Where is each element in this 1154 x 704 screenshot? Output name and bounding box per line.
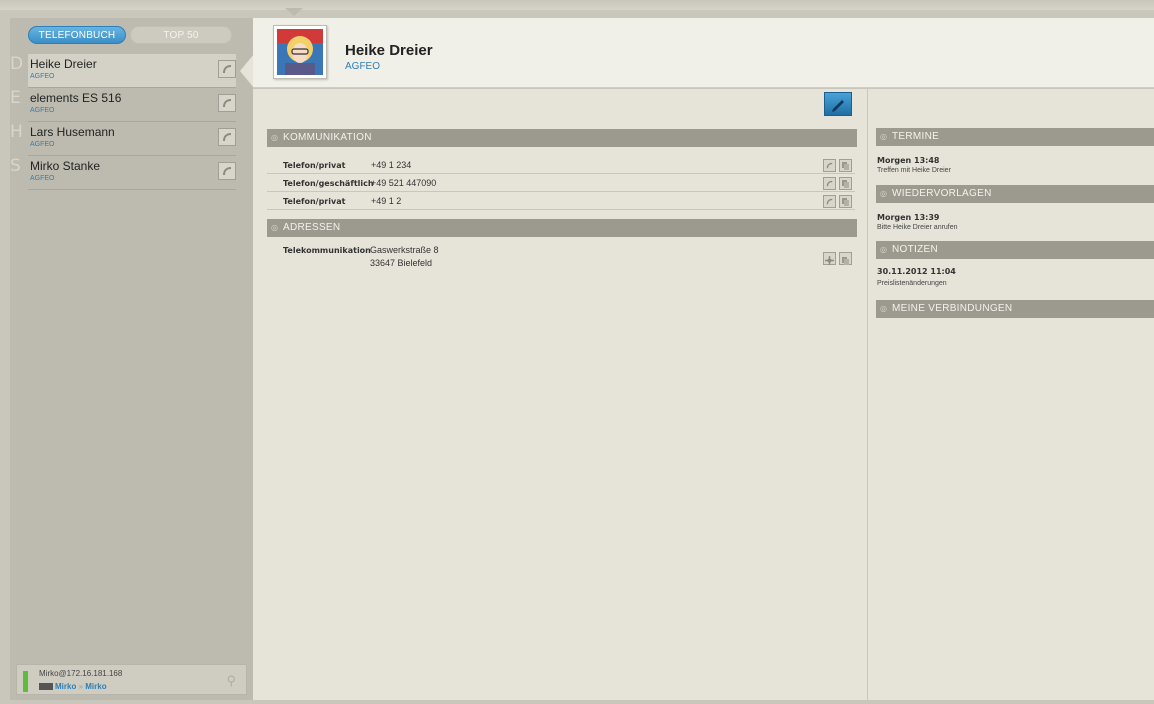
phone-row: Telefon/privat +49 1 234: [267, 157, 855, 174]
contact-org: AGFEO: [30, 107, 55, 114]
call-button[interactable]: [823, 177, 836, 190]
section-notizen[interactable]: NOTIZEN: [876, 241, 1154, 259]
reminder-time: Morgen 13:39: [877, 213, 940, 222]
contact-org: AGFEO: [30, 141, 55, 148]
crosshair-icon: [825, 256, 834, 265]
phone-icon: [223, 65, 231, 73]
phone-number[interactable]: +49 521 447090: [371, 175, 436, 192]
section-wiedervorlagen[interactable]: WIEDERVORLAGEN: [876, 185, 1154, 203]
phone-label: Telefon/privat: [283, 161, 346, 170]
phone-label: Telefon/privat: [283, 197, 346, 206]
phone-row: Telefon/privat +49 1 2: [267, 193, 855, 210]
call-button[interactable]: [218, 94, 236, 112]
call-button[interactable]: [218, 128, 236, 146]
copy-button[interactable]: [839, 195, 852, 208]
device-icon: [39, 683, 53, 691]
detail-panel: KOMMUNIKATION Telefon/privat +49 1 234 T…: [253, 89, 867, 700]
contact-header: Heike Dreier AGFEO: [253, 18, 1154, 88]
status-line: Mirko » Mirko: [39, 682, 107, 691]
phone-icon: [826, 198, 833, 205]
call-button[interactable]: [823, 159, 836, 172]
avatar-image: [277, 29, 323, 75]
line-to: Mirko: [85, 682, 107, 691]
pencil-icon: [832, 100, 844, 112]
contact-name: Heike Dreier: [30, 57, 97, 71]
sidebar: TELEFONBUCH TOP 50 D Heike Dreier AGFEO …: [10, 18, 254, 700]
call-button[interactable]: [823, 195, 836, 208]
contact-org: AGFEO: [30, 175, 55, 182]
copy-icon: [842, 162, 849, 170]
note-time: 30.11.2012 11:04: [877, 267, 956, 276]
contact-item[interactable]: E elements ES 516 AGFEO: [10, 88, 236, 122]
contact-name: Mirko Stanke: [30, 159, 101, 173]
avatar: [273, 25, 327, 79]
note-text[interactable]: Preislistenänderungen: [877, 280, 947, 287]
activity-panel: TERMINE Morgen 13:48 Treffen mit Heike D…: [868, 89, 1154, 700]
phone-icon: [826, 162, 833, 169]
tab-top-50[interactable]: TOP 50: [130, 26, 232, 44]
section-termine[interactable]: TERMINE: [876, 128, 1154, 146]
contact-name: elements ES 516: [30, 91, 122, 105]
contact-name: Lars Husemann: [30, 125, 115, 139]
appointment-text[interactable]: Treffen mit Heike Dreier: [877, 167, 951, 174]
copy-button[interactable]: [839, 252, 852, 265]
contact-item[interactable]: D Heike Dreier AGFEO: [10, 54, 254, 88]
copy-icon: [842, 180, 849, 188]
status-user: Mirko@172.16.181.168: [39, 669, 123, 678]
contact-org: AGFEO: [30, 73, 55, 80]
top-notch: [285, 8, 303, 16]
line-from: Mirko: [55, 682, 77, 691]
contact-title: Heike Dreier: [345, 42, 433, 59]
tab-telefonbuch[interactable]: TELEFONBUCH: [28, 26, 126, 44]
index-letter: E: [10, 88, 21, 108]
phone-label: Telefon/geschäftlich: [283, 179, 374, 188]
call-button[interactable]: [218, 162, 236, 180]
index-letter: S: [10, 156, 21, 176]
edit-button[interactable]: [824, 92, 852, 116]
address-label: Telekommunikation: [283, 246, 371, 255]
phone-row: Telefon/geschäftlich +49 521 447090: [267, 175, 855, 192]
contact-item[interactable]: S Mirko Stanke AGFEO: [10, 156, 236, 190]
address-street: Gaswerkstraße 8: [370, 245, 439, 255]
phone-icon: [826, 180, 833, 187]
section-adressen[interactable]: ADRESSEN: [267, 219, 857, 237]
index-letter: H: [10, 122, 23, 142]
call-button[interactable]: [218, 60, 236, 78]
phone-number[interactable]: +49 1 2: [371, 193, 401, 210]
top-strip: [0, 0, 1154, 10]
section-meine-verbindungen[interactable]: MEINE VERBINDUNGEN: [876, 300, 1154, 318]
phone-icon: [223, 99, 231, 107]
selection-arrow: [240, 54, 254, 88]
connection-status: Mirko@172.16.181.168 Mirko » Mirko ⚲: [16, 664, 247, 695]
phone-icon: [223, 133, 231, 141]
copy-button[interactable]: [839, 177, 852, 190]
plug-icon[interactable]: ⚲: [226, 673, 236, 689]
reminder-text[interactable]: Bitte Heike Dreier anrufen: [877, 224, 958, 231]
copy-icon: [842, 257, 849, 265]
phone-icon: [223, 167, 231, 175]
contact-company: AGFEO: [345, 61, 381, 72]
status-indicator: [23, 671, 28, 692]
phone-number[interactable]: +49 1 234: [371, 157, 411, 174]
line-separator: »: [78, 682, 84, 691]
address-city: 33647 Bielefeld: [370, 258, 433, 268]
copy-button[interactable]: [839, 159, 852, 172]
sidebar-tabs: TELEFONBUCH TOP 50: [28, 26, 232, 44]
appointment-time: Morgen 13:48: [877, 156, 940, 165]
map-button[interactable]: [823, 252, 836, 265]
section-kommunikation[interactable]: KOMMUNIKATION: [267, 129, 857, 147]
contact-item[interactable]: H Lars Husemann AGFEO: [10, 122, 236, 156]
contact-list: D Heike Dreier AGFEO E elements ES 516 A…: [10, 54, 254, 190]
copy-icon: [842, 198, 849, 206]
index-letter: D: [10, 54, 24, 74]
